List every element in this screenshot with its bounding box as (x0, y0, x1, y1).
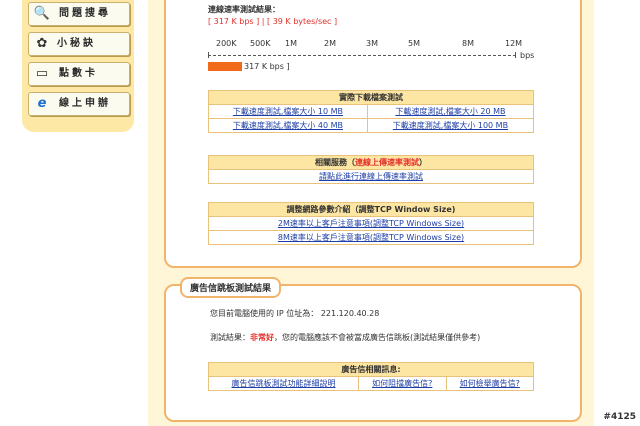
sidebar-item-card[interactable]: ▭ 點數卡 (28, 62, 130, 86)
tcp-window-table: 調整網路參數介紹（調整TCP Window Size) 2M速率以上客戶注意事項… (208, 202, 534, 245)
ip-line: 您目前電腦使用的 IP 位址為： 221.120.40.28 (210, 308, 379, 319)
speed-test-panel: 連線速率測試結果： [ 317 K bps ] | [ 39 K bytes/s… (164, 0, 582, 268)
speed-result-title: 連線速率測試結果： (208, 5, 280, 14)
main-content: 連線速率測試結果： [ 317 K bps ] | [ 39 K bytes/s… (148, 0, 594, 426)
sidebar-item-label: 點數卡 (59, 68, 98, 79)
scale-tick (208, 52, 209, 58)
related-table-header: 相關服務（連線上傳速率測試） (208, 155, 534, 170)
scale-tick (515, 52, 516, 58)
block-spam-link[interactable]: 如何阻擋廣告信? (372, 379, 432, 388)
download-40mb-link[interactable]: 下載速度測試,檔案大小 40 MB (233, 121, 343, 130)
scale-label: 200K (216, 39, 237, 48)
sidebar-item-search[interactable]: 🔍 問題搜尋 (28, 2, 130, 26)
upload-test-link[interactable]: 請點此進行連線上傳速率測試 (319, 172, 423, 181)
sidebar-item-label: 小秘訣 (57, 38, 96, 49)
download-10mb-link[interactable]: 下載速度測試,檔案大小 10 MB (233, 107, 343, 116)
scale-axis (208, 55, 516, 56)
scale-label: 1M (285, 39, 297, 48)
download-20mb-link[interactable]: 下載速度測試,檔案大小 20 MB (395, 107, 505, 116)
tcp-2m-link[interactable]: 2M速率以上客戶注意事項(調整TCP Windows Size) (278, 219, 464, 228)
magnifier-icon: 🔍 (33, 6, 51, 21)
spam-details-link[interactable]: 廣告信跳板測試功能詳細說明 (232, 379, 336, 388)
sidebar-item-apply[interactable]: e 線上申辦 (28, 92, 130, 116)
tips-icon: ✿ (36, 36, 48, 51)
report-spam-link[interactable]: 如何檢舉廣告信? (460, 379, 520, 388)
tcp-table-header: 調整網路參數介紹（調整TCP Window Size) (208, 202, 534, 217)
sidebar-item-tips[interactable]: ✿ 小秘訣 (28, 32, 130, 56)
spam-info-table: 廣告信相關訊息: 廣告信跳板測試功能詳細說明 如何阻擋廣告信? 如何檢舉廣告信? (208, 362, 534, 391)
spam-panel-title: 廣告信跳板測試結果 (180, 277, 282, 298)
download-table-header: 實際下載檔案測試 (208, 90, 534, 105)
scale-label: 500K (250, 39, 271, 48)
watermark: #4125 (603, 412, 636, 422)
spam-relay-panel: 廣告信跳板測試結果 您目前電腦使用的 IP 位址為： 221.120.40.28… (164, 277, 582, 422)
spam-result-label: 測試結果： (210, 333, 250, 342)
sidebar-item-label: 線上申辦 (59, 98, 111, 109)
download-test-table: 實際下載檔案測試 下載速度測試,檔案大小 10 MB 下載速度測試,檔案大小 2… (208, 90, 535, 133)
speed-bar-label: 317 K bps ] (244, 62, 290, 71)
spam-result-text: ，您的電腦應該不會被當成廣告信跳板(測試結果僅供參考) (274, 333, 481, 342)
scale-label: 12M (505, 39, 523, 48)
spam-result-line: 測試結果：非常好，您的電腦應該不會被當成廣告信跳板(測試結果僅供參考) (210, 332, 480, 343)
card-icon: ▭ (35, 66, 49, 81)
ip-value: 221.120.40.28 (320, 309, 380, 318)
scale-label: 3M (366, 39, 378, 48)
ip-label: 您目前電腦使用的 IP 位址為： (210, 309, 319, 318)
download-100mb-link[interactable]: 下載速度測試,檔案大小 100 MB (393, 121, 508, 130)
related-services-table: 相關服務（連線上傳速率測試） 請點此進行連線上傳速率測試 (208, 155, 534, 184)
scale-label: 2M (324, 39, 336, 48)
related-header-prefix: 相關服務（ (315, 158, 355, 167)
scale-label: 8M (462, 39, 474, 48)
spam-result-highlight: 非常好 (250, 333, 274, 342)
spam-info-header: 廣告信相關訊息: (208, 362, 534, 377)
sidebar: 🔍 問題搜尋 ✿ 小秘訣 ▭ 點數卡 e 線上申辦 (22, 0, 134, 132)
speed-result-value: [ 317 K bps ] | [ 39 K bytes/sec ] (208, 17, 338, 26)
scale-unit: bps (520, 51, 535, 60)
sidebar-item-label: 問題搜尋 (59, 8, 111, 19)
related-header-suffix: ） (419, 158, 427, 167)
tcp-8m-link[interactable]: 8M速率以上客戶注意事項(調整TCP Windows Size) (278, 233, 464, 242)
related-header-highlight: 連線上傳速率測試 (355, 158, 419, 167)
speed-bar (208, 62, 242, 71)
scale-label: 5M (408, 39, 420, 48)
ie-browser-icon: e (37, 96, 47, 111)
